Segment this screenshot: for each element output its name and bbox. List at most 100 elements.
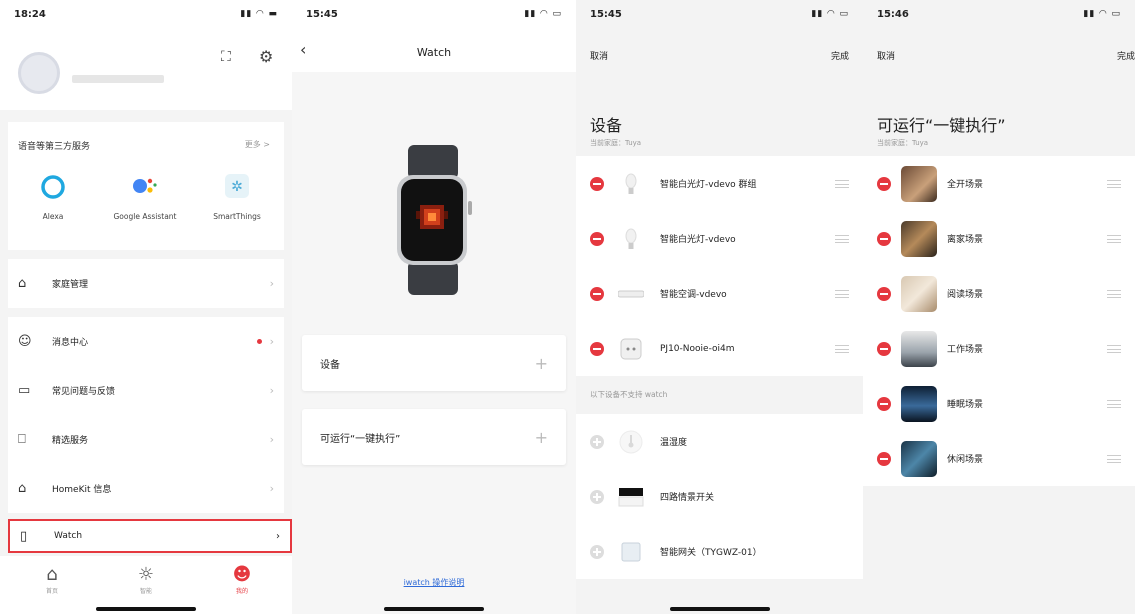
remove-icon[interactable] <box>877 286 891 301</box>
list-item: 智能网关（TYGWZ-01） <box>576 524 863 579</box>
chevron-right-icon: › <box>269 335 274 348</box>
status-bar: 15:46 ▮▮ ◠ ▭ <box>863 0 1135 28</box>
remove-icon[interactable] <box>590 231 604 246</box>
scenes-card-label: 可运行“一键执行” <box>320 433 401 445</box>
scene-name: 休闲场景 <box>947 455 984 465</box>
page-title: 可运行“一键执行” <box>877 116 1006 135</box>
scene-name: 工作场景 <box>947 345 984 355</box>
bulb-icon <box>618 226 644 252</box>
home-indicator <box>384 607 484 611</box>
scenes-card[interactable]: 可运行“一键执行” + <box>302 409 566 465</box>
drag-handle-icon[interactable] <box>1107 344 1121 353</box>
service-smartthings[interactable]: ✲ SmartThings <box>192 174 282 221</box>
drag-handle-icon[interactable] <box>835 179 849 188</box>
home-indicator <box>96 607 196 611</box>
menu-label: Watch <box>54 531 83 541</box>
scene-thumbnail <box>901 385 937 422</box>
remove-icon[interactable] <box>877 451 891 466</box>
devices-card-label: 设备 <box>320 359 340 371</box>
remove-icon[interactable] <box>590 341 604 356</box>
chevron-right-icon: › <box>276 530 280 542</box>
scene-name: 睡眠场景 <box>947 400 984 410</box>
service-google-assistant[interactable]: Google Assistant <box>100 174 190 221</box>
scene-switch-icon <box>618 484 644 510</box>
scene-thumbnail <box>901 440 937 477</box>
remove-icon[interactable] <box>877 396 891 411</box>
device-name: 智能白光灯-vdevo 群组 <box>660 180 757 190</box>
drag-handle-icon[interactable] <box>1107 289 1121 298</box>
add-scene-icon[interactable]: + <box>535 428 548 447</box>
supported-device-list: 智能白光灯-vdevo 群组 智能白光灯-vdevo 智能空调-vdevo PJ… <box>576 156 863 376</box>
menu-faq-feedback[interactable]: ▭ 常见问题与反馈 › <box>8 366 284 415</box>
remove-icon[interactable] <box>590 286 604 301</box>
list-item: 智能空调-vdevo <box>576 266 863 321</box>
drag-handle-icon[interactable] <box>835 344 849 353</box>
drag-handle-icon[interactable] <box>835 289 849 298</box>
bottom-tab-bar: ⌂ 首页 ☼ 智能 ☻ 我的 <box>0 556 292 614</box>
gear-icon[interactable]: ⚙ <box>259 47 273 66</box>
scene-thumbnail <box>901 165 937 202</box>
remove-icon[interactable] <box>877 231 891 246</box>
done-button[interactable]: 完成 <box>1117 49 1135 62</box>
cancel-button[interactable]: 取消 <box>590 49 608 62</box>
book-icon: ▭ <box>18 383 31 398</box>
cancel-button[interactable]: 取消 <box>877 49 895 62</box>
menu-label: 精选服务 <box>52 436 89 446</box>
tab-label: 首页 <box>45 588 58 595</box>
google-assistant-icon <box>100 174 190 204</box>
third-party-services-card: 语音等第三方服务 更多 > Alexa Google Assistant ✲ S… <box>8 122 284 250</box>
scan-icon[interactable]: ⛶ <box>221 49 231 65</box>
plug-icon <box>618 336 644 362</box>
menu-homekit-info[interactable]: ⌂ HomeKit 信息 › <box>8 464 284 513</box>
add-device-icon[interactable]: + <box>535 354 548 373</box>
current-home: 当前家庭：Tuya <box>877 139 929 147</box>
unread-dot <box>256 339 262 344</box>
watch-instructions-link[interactable]: iwatch 操作说明 <box>292 577 576 588</box>
menu-label: 常见问题与反馈 <box>52 387 116 397</box>
menu-watch[interactable]: ▯ Watch › <box>8 519 292 553</box>
account-name-blurred <box>72 75 164 83</box>
remove-icon[interactable] <box>590 176 604 191</box>
thermometer-icon <box>618 429 644 455</box>
chevron-right-icon: › <box>269 482 274 495</box>
list-item: 工作场景 <box>863 321 1135 376</box>
remove-icon[interactable] <box>877 176 891 191</box>
service-label: SmartThings <box>213 212 261 221</box>
scene-name: 全开场景 <box>947 180 984 190</box>
menu-label: HomeKit 信息 <box>52 485 112 495</box>
drag-handle-icon[interactable] <box>1107 399 1121 408</box>
tab-smart[interactable]: ☼ 智能 <box>116 564 176 595</box>
services-title: 语音等第三方服务 <box>18 142 91 152</box>
status-time: 15:45 <box>590 8 622 20</box>
devices-card[interactable]: 设备 + <box>302 335 566 391</box>
drag-handle-icon[interactable] <box>1107 454 1121 463</box>
menu-home-management[interactable]: ⌂ 家庭管理 › <box>8 259 284 308</box>
menu-message-center[interactable]: ☺ 消息中心 › <box>8 317 284 366</box>
service-alexa[interactable]: Alexa <box>8 174 98 221</box>
tab-home[interactable]: ⌂ 首页 <box>22 564 82 595</box>
device-name: 智能白光灯-vdevo <box>660 235 736 245</box>
list-item: 四路情景开关 <box>576 469 863 524</box>
add-disabled-icon <box>590 489 604 504</box>
signal-wifi-battery-icon: ▮▮ ◠ ▭ <box>811 9 849 19</box>
add-disabled-icon <box>590 434 604 449</box>
avatar[interactable] <box>18 52 60 94</box>
drag-handle-icon[interactable] <box>1107 179 1121 188</box>
menu-featured-services[interactable]: ⎕ 精选服务 › <box>8 415 284 464</box>
tab-me[interactable]: ☻ 我的 <box>212 564 272 595</box>
services-more-link[interactable]: 更多 > <box>245 139 270 150</box>
done-button[interactable]: 完成 <box>831 49 849 62</box>
chevron-right-icon: › <box>269 277 274 290</box>
list-item: 温湿度 <box>576 414 863 469</box>
chevron-right-icon: › <box>269 433 274 446</box>
list-item: PJ10-Nooie-oi4m <box>576 321 863 376</box>
status-bar: 15:45 ▮▮ ◠ ▭ <box>292 0 576 28</box>
house-icon: ⌂ <box>18 276 27 291</box>
menu-label: 消息中心 <box>52 338 89 348</box>
drag-handle-icon[interactable] <box>835 234 849 243</box>
service-label: Alexa <box>42 212 64 221</box>
list-item: 阅读场景 <box>863 266 1135 321</box>
remove-icon[interactable] <box>877 341 891 356</box>
drag-handle-icon[interactable] <box>1107 234 1121 243</box>
profile-screen: 18:24 ▮▮ ◠ ▬ ⛶ ⚙ 语音等第三方服务 更多 > Alexa Goo… <box>0 0 292 614</box>
